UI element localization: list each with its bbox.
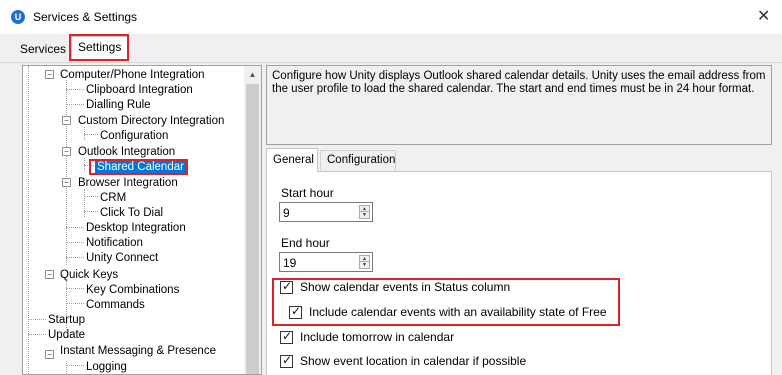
scroll-up-arrow-icon[interactable]: ▲ [244,66,261,83]
tab-services[interactable]: Services [20,42,66,56]
tree-guide-line [66,89,84,90]
tree-guide-line [84,196,98,197]
scroll-thumb[interactable] [246,84,259,374]
tree-scrollbar[interactable]: ▲ [244,66,261,374]
include-tomorrow-checkbox[interactable]: ✓ Include tomorrow in calendar [280,329,600,346]
tree-item-custom-directory-integration[interactable]: Custom Directory Integration [78,114,224,128]
checkbox-box[interactable]: ✓ [280,279,293,294]
checkmark-icon: ✓ [282,279,293,293]
tree-guide-line [84,134,98,135]
tab-settings[interactable]: Settings [71,36,128,61]
spin-down-icon[interactable]: ▼ [360,262,369,268]
tree-guide-line [66,303,84,304]
tree-item-logging[interactable]: Logging [86,360,127,374]
tree-item-configuration[interactable]: Configuration [100,129,168,143]
checkbox-label[interactable]: Show event location in calendar if possi… [300,354,526,368]
expander-quick-keys[interactable]: − [45,270,54,279]
tree-guide-line [28,66,29,374]
tree-item-update[interactable]: Update [48,328,85,342]
end-hour-spin-buttons[interactable]: ▲ ▼ [359,255,370,269]
checkbox-label[interactable]: Show calendar events in Status column [300,280,510,294]
tree-item-quick-keys[interactable]: Quick Keys [60,268,118,282]
show-calendar-events-checkbox[interactable]: ✓ Show calendar events in Status column [280,279,600,296]
tree-item-instant-messaging-presence[interactable]: Instant Messaging & Presence [60,344,216,358]
end-hour-value[interactable]: 19 [283,256,296,270]
tree-guide-line [28,319,46,320]
tree-item-clipboard-integration[interactable]: Clipboard Integration [86,83,193,97]
show-event-location-checkbox[interactable]: ✓ Show event location in calendar if pos… [280,353,600,370]
include-free-events-checkbox[interactable]: ✓ Include calendar events with an availa… [289,304,619,321]
spin-down-icon[interactable]: ▼ [360,212,369,218]
expander-browser[interactable]: − [62,178,71,187]
checkbox-box[interactable]: ✓ [289,304,302,319]
tree-item-notification[interactable]: Notification [86,236,143,250]
checkmark-icon: ✓ [282,353,293,367]
tree-item-dialling-rule[interactable]: Dialling Rule [86,98,151,112]
expander-instant-messaging[interactable]: − [45,350,54,359]
checkmark-icon: ✓ [291,304,302,318]
tree-guide-line [84,211,98,212]
end-hour-label: End hour [281,236,330,250]
tree-guide-line [28,334,46,335]
checkmark-icon: ✓ [282,329,293,343]
tree-guide-line [66,257,84,258]
tree-guide-line [66,365,84,366]
tree-item-commands[interactable]: Commands [86,298,145,312]
start-hour-stepper[interactable]: 9 ▲ ▼ [279,202,373,222]
tab-configuration[interactable]: Configuration [320,150,396,171]
tree-guide-line [66,227,84,228]
checkbox-box[interactable]: ✓ [280,353,293,368]
tab-general[interactable]: General [266,148,318,172]
tree-item-key-combinations[interactable]: Key Combinations [86,283,179,297]
tree-guide-line [84,189,85,217]
settings-tree[interactable]: − − − − − − Computer/Phone Integration C… [22,65,262,375]
checkbox-box[interactable]: ✓ [280,329,293,344]
start-hour-spin-buttons[interactable]: ▲ ▼ [359,205,370,219]
tree-item-click-to-dial[interactable]: Click To Dial [100,206,163,220]
tree-item-unity-connect[interactable]: Unity Connect [86,251,158,265]
checkbox-label[interactable]: Include tomorrow in calendar [300,330,454,344]
expander-outlook[interactable]: − [62,147,71,156]
tree-item-shared-calendar[interactable]: Shared Calendar [95,160,186,174]
tree-item-outlook-integration[interactable]: Outlook Integration [78,145,175,159]
tree-guide-line [66,242,84,243]
expander-computer-phone[interactable]: − [45,70,54,79]
tree-guide-line [66,361,67,374]
checkbox-label[interactable]: Include calendar events with an availabi… [309,305,607,319]
start-hour-value[interactable]: 9 [283,206,290,220]
tree-item-computer-phone-integration[interactable]: Computer/Phone Integration [60,68,204,82]
title-bar: U Services & Settings ✕ [0,0,782,34]
tree-item-crm[interactable]: CRM [100,191,126,205]
tree-guide-line [66,288,84,289]
end-hour-stepper[interactable]: 19 ▲ ▼ [279,252,373,272]
description-box: Configure how Unity displays Outlook sha… [266,65,772,145]
tree-guide-line [66,104,84,105]
unity-app-icon: U [11,10,25,24]
window-title: Services & Settings [33,10,138,24]
start-hour-label: Start hour [281,186,334,200]
close-icon[interactable]: ✕ [757,6,770,26]
tree-item-startup[interactable]: Startup [48,313,85,327]
tree-guide-line [66,80,67,265]
expander-custom-directory[interactable]: − [62,116,71,125]
tree-item-browser-integration[interactable]: Browser Integration [78,176,178,190]
tree-item-desktop-integration[interactable]: Desktop Integration [86,221,186,235]
